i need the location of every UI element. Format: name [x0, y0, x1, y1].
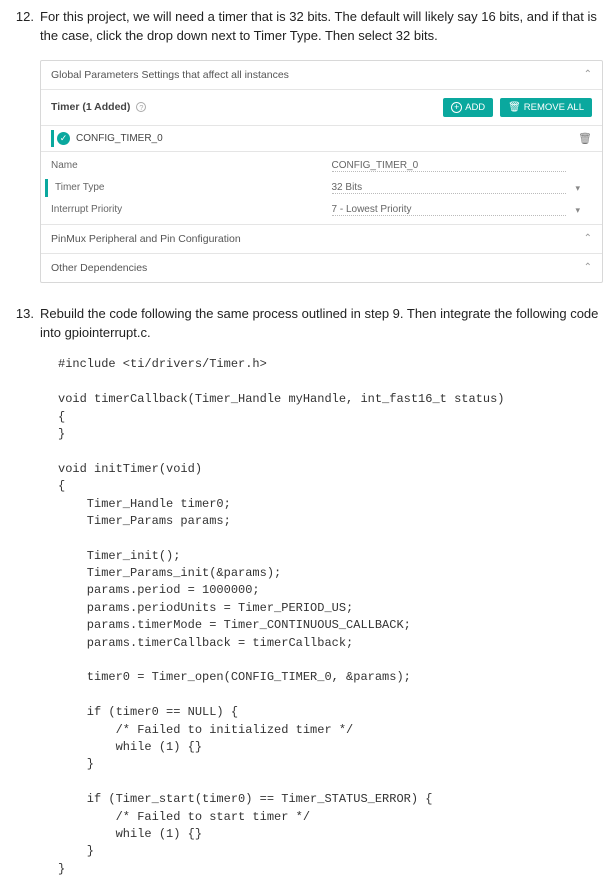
chevron-up-icon: ⌃: [584, 233, 592, 244]
timer-header-label: Timer (1 Added): [51, 101, 130, 113]
config-timer-row[interactable]: ✓ CONFIG_TIMER_0 🗑: [41, 125, 602, 151]
timer-config-panel: Global Parameters Settings that affect a…: [40, 60, 603, 283]
step-13-number: 13.: [12, 305, 34, 343]
timer-header-row: Timer (1 Added) ? + ADD 🗑 REMOVE ALL: [41, 89, 602, 125]
step-13-text: Rebuild the code following the same proc…: [40, 305, 603, 343]
timer-type-select[interactable]: 32 Bits: [332, 182, 566, 194]
prop-name-label: Name: [41, 152, 322, 177]
other-deps-label: Other Dependencies: [51, 262, 147, 274]
delete-config-icon[interactable]: 🗑: [578, 132, 592, 145]
step-12-number: 12.: [12, 8, 34, 46]
accent-bar: [51, 130, 54, 147]
plus-icon: +: [451, 102, 462, 113]
check-icon: ✓: [57, 132, 70, 145]
step-12-text: For this project, we will need a timer t…: [40, 8, 603, 46]
global-params-label: Global Parameters Settings that affect a…: [51, 69, 289, 81]
code-snippet: #include <ti/drivers/Timer.h> void timer…: [58, 356, 603, 878]
prop-name-value[interactable]: [322, 152, 603, 177]
prop-type-label: Timer Type: [41, 177, 322, 199]
pinmux-label: PinMux Peripheral and Pin Configuration: [51, 233, 241, 245]
add-button[interactable]: + ADD: [443, 98, 493, 117]
remove-all-button[interactable]: 🗑 REMOVE ALL: [500, 98, 592, 117]
trash-icon: 🗑: [508, 102, 521, 113]
config-timer-name: CONFIG_TIMER_0: [76, 133, 163, 144]
name-input[interactable]: [332, 160, 566, 172]
chevron-up-icon: ⌃: [584, 69, 592, 80]
global-params-row[interactable]: Global Parameters Settings that affect a…: [41, 61, 602, 89]
step-12: 12. For this project, we will need a tim…: [12, 8, 603, 46]
help-icon[interactable]: ?: [136, 102, 146, 112]
priority-select[interactable]: 7 - Lowest Priority: [332, 204, 566, 216]
add-button-label: ADD: [465, 102, 485, 113]
pinmux-row[interactable]: PinMux Peripheral and Pin Configuration …: [41, 224, 602, 253]
prop-priority-value[interactable]: 7 - Lowest Priority ▾: [322, 199, 603, 224]
chevron-up-icon: ⌃: [584, 262, 592, 273]
other-deps-row[interactable]: Other Dependencies ⌃: [41, 253, 602, 282]
chevron-down-icon[interactable]: ▾: [575, 183, 580, 194]
prop-type-value[interactable]: 32 Bits ▾: [322, 177, 603, 199]
prop-priority-label: Interrupt Priority: [41, 199, 322, 224]
remove-all-label: REMOVE ALL: [524, 102, 584, 113]
timer-properties: Name Timer Type 32 Bits ▾ Interrupt Prio…: [41, 151, 602, 224]
step-13: 13. Rebuild the code following the same …: [12, 305, 603, 343]
chevron-down-icon[interactable]: ▾: [575, 205, 580, 216]
